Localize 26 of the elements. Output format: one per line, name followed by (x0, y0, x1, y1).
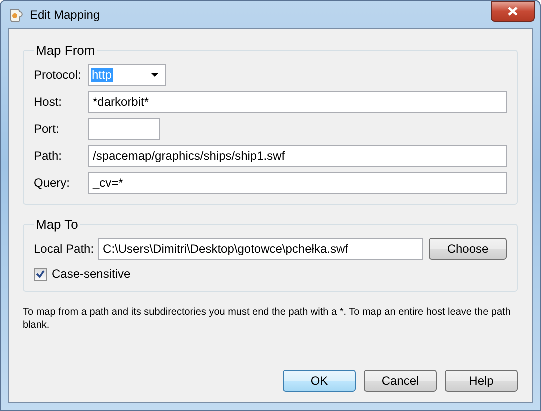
field-label: Port: (34, 122, 60, 136)
close-icon (508, 7, 518, 16)
app-icon (8, 6, 24, 22)
checkbox-label: Case-sensitive (52, 267, 131, 281)
local-path-field[interactable]: C:\Users\Dimitri\Desktop\gotowce\pchełka.swf (98, 238, 423, 260)
check-icon (36, 270, 45, 278)
field-label: Query: (34, 176, 72, 190)
dialog-button[interactable]: Cancel (364, 370, 437, 392)
choose-button[interactable]: Choose (429, 238, 507, 260)
close-button[interactable] (491, 1, 535, 22)
window-title: Edit Mapping (30, 8, 100, 22)
help-note: To map from a path and its subdirectories you must end the path with a *. To map an entire host leave the path blank. (23, 306, 512, 332)
field-label: Local Path: (34, 242, 94, 256)
group-title: Map To (35, 217, 80, 232)
dialog-button[interactable]: OK (283, 370, 356, 392)
group-title: Map From (35, 43, 96, 58)
input-field[interactable] (88, 118, 160, 140)
dropdown-arrow-icon (151, 73, 159, 77)
field-label: Host: (34, 95, 64, 109)
field-label: Protocol: (34, 68, 82, 82)
case-sensitive-checkbox[interactable] (34, 268, 47, 280)
input-field[interactable]: *darkorbit* (88, 91, 507, 113)
input-field[interactable]: /spacemap/graphics/ships/ship1.swf (88, 145, 507, 167)
dialog-button[interactable]: Help (445, 370, 518, 392)
input-field[interactable]: _cv=* (88, 172, 507, 194)
field-label: Path: (34, 149, 64, 163)
